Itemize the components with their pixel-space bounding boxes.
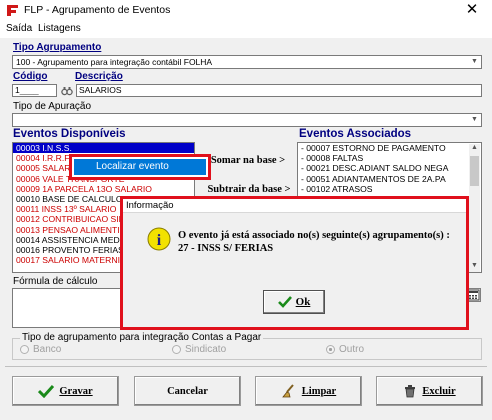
tipo-agrupamento-label: Tipo Agrupamento <box>13 42 102 53</box>
broom-icon <box>281 384 294 398</box>
info-icon: i <box>147 227 171 251</box>
contas-pagar-label: Tipo de agrupamento para integração Cont… <box>20 332 264 343</box>
menu-listagens[interactable]: Listagens <box>38 23 81 34</box>
limpar-button[interactable]: Limpar <box>255 376 362 406</box>
radio-circle-selected[interactable] <box>326 345 335 354</box>
chevron-down-icon[interactable]: ▼ <box>469 115 480 125</box>
radio-circle[interactable] <box>20 345 29 354</box>
app-logo-icon <box>7 5 18 16</box>
context-menu: Localizar evento <box>69 154 211 180</box>
tipo-agrupamento-select[interactable]: 100 - Agrupamento para integração contáb… <box>12 55 482 69</box>
formula-label: Fórmula de cálculo <box>13 276 98 287</box>
codigo-label: Código <box>13 71 48 82</box>
list-item[interactable]: - 00008 FALTAS <box>298 153 481 163</box>
tipo-apuracao-label: Tipo de Apuração <box>13 101 92 112</box>
radio-banco-label: Banco <box>33 344 62 355</box>
limpar-label: Limpar <box>301 385 337 397</box>
list-item[interactable]: 00003 I.N.S.S. <box>13 143 194 154</box>
vertical-scrollbar[interactable]: ▲ ▼ <box>469 144 480 272</box>
tipo-apuracao-select[interactable]: ▼ <box>12 113 482 127</box>
gravar-label: Gravar <box>59 385 93 397</box>
scrollbar-thumb[interactable] <box>470 156 479 186</box>
list-item[interactable]: - 00102 ATRASOS <box>298 184 481 194</box>
window-title: FLP - Agrupamento de Eventos <box>24 4 171 16</box>
list-item[interactable]: 00009 1A PARCELA 13O SALARIO <box>13 184 194 194</box>
dialog-message: O evento já está associado no(s) seguint… <box>178 230 450 241</box>
localizar-evento-menu-item[interactable]: Localizar evento <box>74 159 206 175</box>
excluir-button[interactable]: Excluir <box>376 376 483 406</box>
list-item[interactable]: - 00021 DESC.ADIANT SALDO NEGA <box>298 163 481 173</box>
search-binoculars-icon[interactable] <box>61 84 73 97</box>
eventos-disponiveis-label: Eventos Disponíveis <box>13 128 126 140</box>
dialog-detail: 27 - INSS S/ FERIAS <box>178 243 274 254</box>
cancelar-label: Cancelar <box>167 385 208 397</box>
codigo-field[interactable]: 1____ <box>12 84 57 97</box>
dialog-title-bar: Informação <box>123 199 466 213</box>
dialog-title: Informação <box>126 200 174 211</box>
checkmark-icon <box>277 296 292 308</box>
descricao-label: Descrição <box>75 71 123 82</box>
gravar-button[interactable]: Gravar <box>12 376 119 406</box>
radio-sindicato[interactable]: Sindicato <box>172 344 226 355</box>
radio-outro[interactable]: Outro <box>326 344 364 355</box>
list-item[interactable]: - 00051 ADIANTAMENTOS DE 2A.PA <box>298 174 481 184</box>
excluir-label: Excluir <box>422 385 456 397</box>
chevron-down-icon[interactable]: ▼ <box>469 57 480 67</box>
information-dialog: Informação i O evento já está associado … <box>120 196 469 330</box>
chevron-down-icon[interactable]: ▼ <box>469 262 480 272</box>
tipo-agrupamento-value: 100 - Agrupamento para integração contáb… <box>16 57 213 67</box>
eventos-associados-label: Eventos Associados <box>299 128 412 140</box>
checkmark-icon <box>38 384 55 398</box>
radio-circle[interactable] <box>172 345 181 354</box>
radio-banco[interactable]: Banco <box>20 344 61 355</box>
cancelar-button[interactable]: Cancelar <box>134 376 241 406</box>
ok-button[interactable]: Ok <box>263 290 325 314</box>
ok-label: Ok <box>295 296 311 308</box>
trash-icon <box>405 385 416 398</box>
menu-saida[interactable]: Saída <box>6 23 32 34</box>
close-icon[interactable]: ✕ <box>460 1 484 19</box>
descricao-field[interactable]: SALARIOS <box>76 84 482 97</box>
radio-sindicato-label: Sindicato <box>185 344 227 355</box>
chevron-up-icon[interactable]: ▲ <box>469 144 480 154</box>
svg-text:i: i <box>157 232 162 249</box>
somar-na-base-button[interactable]: Somar na base > <box>203 152 293 170</box>
list-item[interactable]: - 00007 ESTORNO DE PAGAMENTO <box>298 143 481 153</box>
radio-outro-label: Outro <box>339 344 365 355</box>
